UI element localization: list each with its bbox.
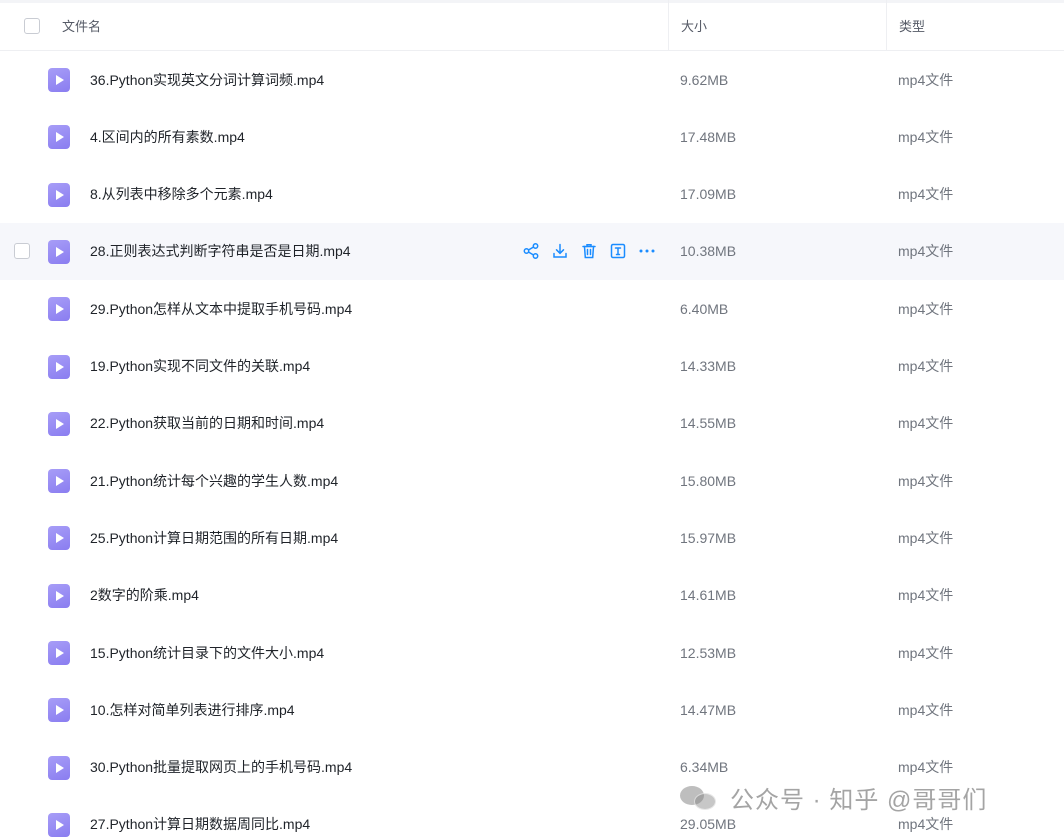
file-name[interactable]: 15.Python统计目录下的文件大小.mp4	[90, 624, 324, 681]
file-type: mp4文件	[898, 358, 954, 374]
file-row[interactable]: 8.从列表中移除多个元素.mp4 17.09MB mp4文件	[0, 166, 1064, 223]
watermark-text: 公众号 · 知乎 @哥哥们	[730, 786, 988, 814]
file-row[interactable]: 22.Python获取当前的日期和时间.mp4 14.55MB mp4文件	[0, 395, 1064, 452]
file-size: 17.48MB	[680, 128, 737, 145]
file-name[interactable]: 27.Python计算日期数据周同比.mp4	[90, 796, 310, 839]
file-type: mp4文件	[898, 71, 954, 88]
video-file-icon	[48, 526, 70, 551]
file-row[interactable]: 25.Python计算日期范围的所有日期.mp4 15.97MB mp4文件	[0, 509, 1064, 566]
file-type: mp4文件	[898, 472, 954, 489]
video-file-icon	[48, 182, 70, 207]
file-type: mp4文件	[898, 587, 954, 604]
file-size: 14.33MB	[680, 358, 737, 374]
video-file-icon	[48, 354, 70, 379]
file-row[interactable]: 2数字的阶乘.mp4 14.61MB mp4文件	[0, 567, 1064, 624]
video-file-icon	[48, 125, 70, 150]
file-name[interactable]: 8.从列表中移除多个元素.mp4	[90, 166, 273, 223]
file-row[interactable]: 28.正则表达式判断字符串是否是日期.mp4 10.38MB mp4文件	[0, 222, 1064, 280]
file-name[interactable]: 4.区间内的所有素数.mp4	[90, 108, 245, 165]
video-file-icon	[48, 239, 70, 264]
download-icon[interactable]	[551, 242, 569, 260]
file-name[interactable]: 36.Python实现英文分词计算词频.mp4	[90, 51, 324, 108]
column-header-type[interactable]: 类型	[886, 0, 1064, 51]
video-file-icon	[48, 583, 70, 608]
watermark: 公众号 · 知乎 @哥哥们	[680, 772, 987, 822]
file-size: 12.53MB	[680, 644, 737, 661]
file-row[interactable]: 36.Python实现英文分词计算词频.mp4 9.62MB mp4文件	[0, 51, 1064, 108]
video-file-icon	[48, 469, 70, 494]
file-size: 14.47MB	[680, 701, 737, 718]
file-row[interactable]: 4.区间内的所有素数.mp4 17.48MB mp4文件	[0, 108, 1064, 165]
video-file-icon	[48, 698, 70, 723]
file-row[interactable]: 15.Python统计目录下的文件大小.mp4 12.53MB mp4文件	[0, 624, 1064, 681]
file-size: 15.80MB	[680, 472, 737, 489]
file-name[interactable]: 19.Python实现不同文件的关联.mp4	[90, 338, 310, 395]
file-row[interactable]: 21.Python统计每个兴趣的学生人数.mp4 15.80MB mp4文件	[0, 452, 1064, 509]
file-name[interactable]: 21.Python统计每个兴趣的学生人数.mp4	[90, 452, 338, 509]
wechat-logo-icon	[680, 782, 720, 812]
video-file-icon	[48, 411, 70, 436]
file-size: 6.40MB	[680, 300, 729, 317]
file-type: mp4文件	[898, 701, 954, 718]
file-size: 9.62MB	[680, 71, 729, 88]
select-all-checkbox[interactable]	[24, 18, 40, 34]
file-type: mp4文件	[898, 529, 954, 546]
file-type: mp4文件	[898, 128, 954, 145]
row-actions	[522, 223, 656, 280]
file-name[interactable]: 10.怎样对简单列表进行排序.mp4	[90, 681, 295, 738]
file-name[interactable]: 29.Python怎样从文本中提取手机号码.mp4	[90, 280, 352, 337]
file-row[interactable]: 10.怎样对简单列表进行排序.mp4 14.47MB mp4文件	[0, 681, 1064, 738]
rename-icon[interactable]	[609, 242, 627, 260]
file-size: 14.55MB	[680, 415, 737, 432]
file-type: mp4文件	[898, 415, 954, 432]
video-file-icon	[48, 641, 70, 665]
file-name[interactable]: 28.正则表达式判断字符串是否是日期.mp4	[90, 223, 351, 280]
file-name[interactable]: 30.Python批量提取网页上的手机号码.mp4	[90, 739, 352, 796]
share-icon[interactable]	[522, 242, 540, 260]
file-name[interactable]: 25.Python计算日期范围的所有日期.mp4	[90, 509, 338, 566]
file-type: mp4文件	[898, 243, 954, 260]
column-header-name[interactable]: 文件名	[62, 0, 101, 51]
file-size: 17.09MB	[680, 186, 737, 203]
file-type: mp4文件	[898, 644, 954, 661]
file-row[interactable]: 19.Python实现不同文件的关联.mp4 14.33MB mp4文件	[0, 338, 1064, 395]
file-type: mp4文件	[898, 300, 954, 317]
video-file-icon	[48, 755, 70, 780]
row-checkbox[interactable]	[14, 242, 30, 259]
delete-icon[interactable]	[580, 242, 598, 260]
video-file-icon	[48, 812, 70, 837]
file-size: 14.61MB	[680, 587, 737, 604]
video-file-icon	[48, 68, 70, 92]
file-type: mp4文件	[898, 186, 954, 203]
more-icon[interactable]	[638, 242, 656, 260]
file-name[interactable]: 22.Python获取当前的日期和时间.mp4	[90, 395, 324, 452]
column-header-size[interactable]: 大小	[668, 0, 887, 51]
file-size: 10.38MB	[680, 243, 737, 260]
file-row[interactable]: 29.Python怎样从文本中提取手机号码.mp4 6.40MB mp4文件	[0, 280, 1064, 337]
video-file-icon	[48, 297, 70, 322]
file-list-header: 文件名 大小 类型	[0, 0, 1064, 51]
file-name[interactable]: 2数字的阶乘.mp4	[90, 567, 199, 624]
file-size: 15.97MB	[680, 529, 737, 546]
